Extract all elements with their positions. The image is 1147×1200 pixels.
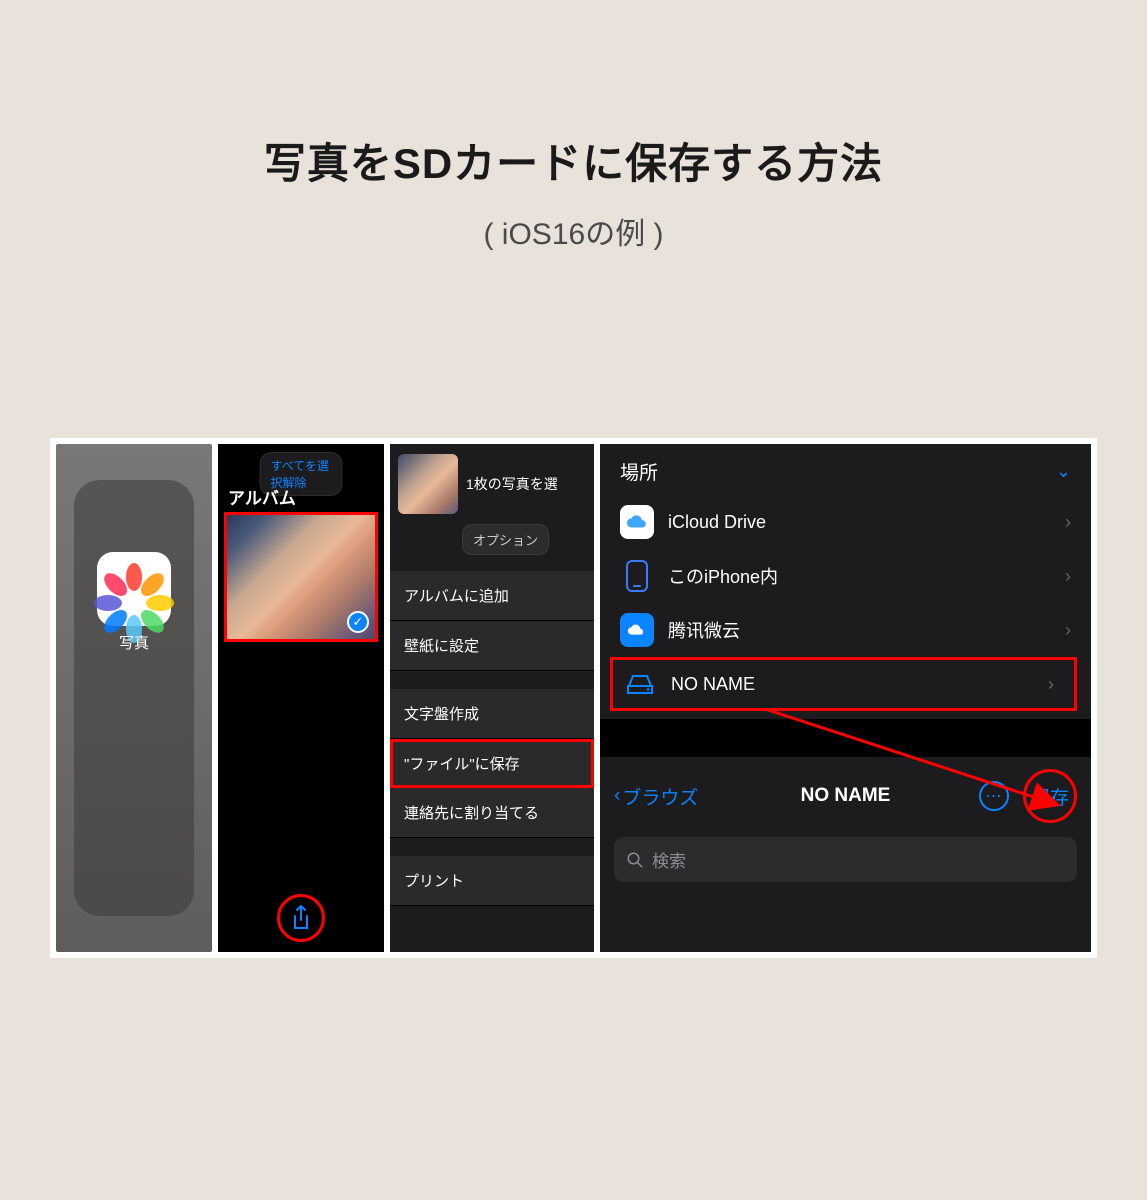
back-button[interactable]: ‹ ブラウズ bbox=[614, 783, 698, 810]
panel-share-sheet: 1枚の写真を選 オプション アルバムに追加 壁紙に設定 文字盤作成 "ファイル"… bbox=[390, 444, 594, 952]
menu-add-to-album[interactable]: アルバムに追加 bbox=[390, 571, 594, 621]
save-button[interactable]: 保存 bbox=[1023, 769, 1077, 823]
page-title: 写真をSDカードに保存する方法 bbox=[0, 130, 1147, 191]
location-on-iphone[interactable]: このiPhone内 › bbox=[600, 549, 1091, 603]
chevron-right-icon: › bbox=[1065, 620, 1071, 641]
chevron-right-icon: › bbox=[1065, 566, 1071, 587]
save-label: 保存 bbox=[1031, 783, 1069, 810]
external-drive-icon bbox=[623, 667, 657, 701]
home-folder-card bbox=[74, 480, 194, 916]
photos-app-label: 写真 bbox=[56, 632, 212, 653]
panel-files-locations: 場所 ⌄ iCloud Drive › このiPhone内 › 腾讯微云 bbox=[600, 444, 1091, 952]
location-icloud-drive[interactable]: iCloud Drive › bbox=[600, 495, 1091, 549]
chevron-right-icon: › bbox=[1065, 512, 1071, 533]
panel-photos-app: 写真 bbox=[56, 444, 212, 952]
search-placeholder: 検索 bbox=[652, 847, 686, 872]
share-sheet-thumbnail bbox=[398, 454, 458, 514]
selected-check-icon: ✓ bbox=[347, 611, 369, 633]
more-options-button[interactable]: ⋯ bbox=[979, 781, 1009, 811]
location-no-name[interactable]: NO NAME › bbox=[610, 657, 1077, 711]
icloud-icon bbox=[620, 505, 654, 539]
search-field[interactable]: 検索 bbox=[614, 837, 1077, 882]
menu-create-watchface[interactable]: 文字盤作成 bbox=[390, 689, 594, 739]
ellipsis-icon: ⋯ bbox=[986, 786, 1003, 806]
menu-save-to-files[interactable]: "ファイル"に保存 bbox=[390, 739, 594, 788]
screenshot-row: 写真 すべてを選択解除 アルバム ✓ 1枚の写真を選 オプション アルバムに追加… bbox=[50, 438, 1097, 958]
search-icon bbox=[626, 851, 644, 869]
location-label: 腾讯微云 bbox=[668, 617, 740, 643]
menu-set-wallpaper[interactable]: 壁紙に設定 bbox=[390, 621, 594, 671]
share-button[interactable] bbox=[277, 894, 325, 942]
chevron-left-icon: ‹ bbox=[614, 785, 620, 807]
locations-heading: 場所 bbox=[620, 458, 658, 485]
menu-assign-contact[interactable]: 連絡先に割り当てる bbox=[390, 788, 594, 838]
tencent-cloud-icon bbox=[620, 613, 654, 647]
photos-app-icon[interactable] bbox=[97, 552, 171, 626]
folder-title: NO NAME bbox=[801, 785, 891, 807]
album-heading: アルバム bbox=[228, 484, 296, 509]
share-icon bbox=[289, 904, 313, 932]
menu-print[interactable]: プリント bbox=[390, 856, 594, 906]
options-button[interactable]: オプション bbox=[462, 524, 549, 555]
chevron-right-icon: › bbox=[1048, 674, 1054, 695]
location-tencent-weiyun[interactable]: 腾讯微云 › bbox=[600, 603, 1091, 657]
photo-thumbnail[interactable]: ✓ bbox=[224, 512, 378, 642]
panel-album-select: すべてを選択解除 アルバム ✓ bbox=[218, 444, 384, 952]
collapse-chevron-icon[interactable]: ⌄ bbox=[1056, 461, 1071, 482]
page-subtitle: ( iOS16の例 ) bbox=[0, 209, 1147, 253]
location-label: iCloud Drive bbox=[668, 512, 766, 533]
iphone-icon bbox=[620, 559, 654, 593]
selected-count-label: 1枚の写真を選 bbox=[466, 474, 558, 494]
location-label: NO NAME bbox=[671, 674, 755, 695]
back-label: ブラウズ bbox=[622, 783, 698, 810]
location-label: このiPhone内 bbox=[668, 563, 778, 589]
photos-flower-icon bbox=[109, 564, 159, 614]
